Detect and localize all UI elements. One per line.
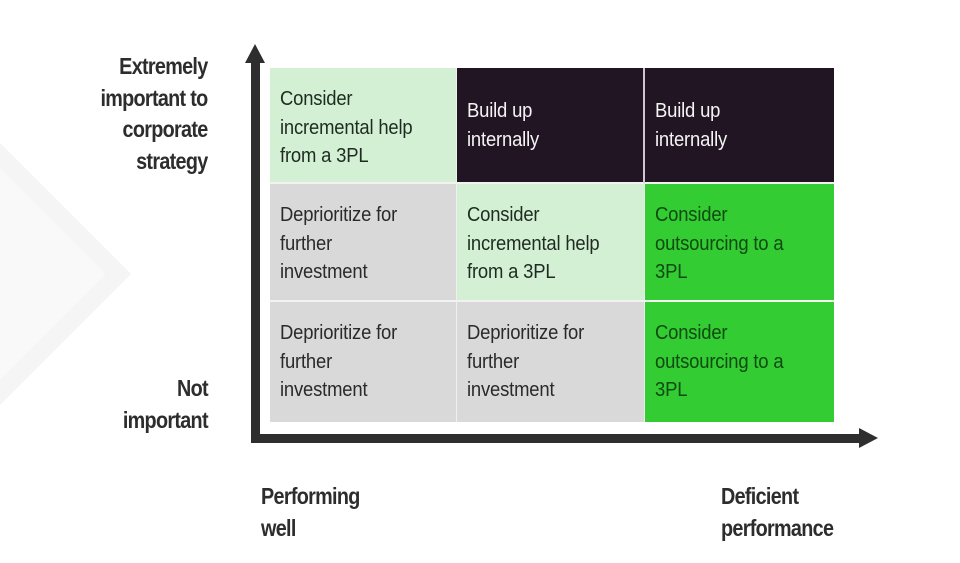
matrix-cell-r1-c3: Build up internally bbox=[645, 68, 834, 184]
matrix-cell-text: Consider outsourcing to a 3PL bbox=[655, 321, 784, 401]
y-axis-top-label-line: corporate bbox=[122, 116, 209, 142]
y-axis-bottom-label-line: important bbox=[122, 406, 209, 433]
matrix-cell-r2-c3: Consider outsourcing to a 3PL bbox=[645, 184, 834, 302]
matrix-cell-r3-c1: Deprioritize for further investment bbox=[270, 302, 457, 422]
matrix-cell-text: Consider incremental help from a 3PL bbox=[280, 87, 413, 167]
matrix-cell-text: Deprioritize for further investment bbox=[467, 321, 585, 401]
x-axis-left-label-line: well bbox=[261, 514, 296, 541]
x-axis-line bbox=[251, 434, 863, 443]
matrix-cell-r2-c2: Consider incremental help from a 3PL bbox=[457, 184, 645, 302]
y-axis-bottom-label-line: Not bbox=[177, 375, 209, 401]
matrix-cell-text: Consider outsourcing to a 3PL bbox=[655, 203, 784, 283]
y-axis-top-label-line: important to bbox=[100, 84, 209, 111]
y-axis-top-label-line: Extremely bbox=[119, 53, 209, 79]
y-axis-top-label: Extremely important to corporate strateg… bbox=[100, 51, 209, 177]
decision-matrix-grid: Consider incremental help from a 3PL Bui… bbox=[270, 68, 834, 422]
matrix-cell-r1-c1: Consider incremental help from a 3PL bbox=[270, 68, 457, 184]
x-axis-right-label-line: performance bbox=[721, 514, 834, 541]
x-axis-left-label: Performing well bbox=[261, 481, 360, 544]
matrix-cell-r2-c1: Deprioritize for further investment bbox=[270, 184, 457, 302]
matrix-cell-text: Build up internally bbox=[655, 99, 728, 151]
x-axis-arrow-right-icon bbox=[859, 428, 878, 448]
y-axis-top-label-line: strategy bbox=[136, 147, 209, 174]
matrix-cell-text: Deprioritize for further investment bbox=[280, 203, 398, 283]
y-axis-bottom-label: Not important bbox=[122, 373, 209, 436]
y-axis-line bbox=[251, 58, 260, 442]
matrix-cell-text: Deprioritize for further investment bbox=[280, 321, 398, 401]
matrix-cell-text: Consider incremental help from a 3PL bbox=[467, 203, 600, 283]
x-axis-right-label-line: Deficient bbox=[721, 483, 799, 509]
matrix-cell-r1-c2: Build up internally bbox=[457, 68, 645, 184]
matrix-cell-r3-c2: Deprioritize for further investment bbox=[457, 302, 645, 422]
x-axis-left-label-line: Performing bbox=[261, 483, 360, 509]
matrix-cell-r3-c3: Consider outsourcing to a 3PL bbox=[645, 302, 834, 422]
matrix-cell-text: Build up internally bbox=[467, 99, 540, 151]
y-axis-arrow-up-icon bbox=[245, 44, 265, 63]
x-axis-right-label: Deficient performance bbox=[721, 481, 834, 544]
